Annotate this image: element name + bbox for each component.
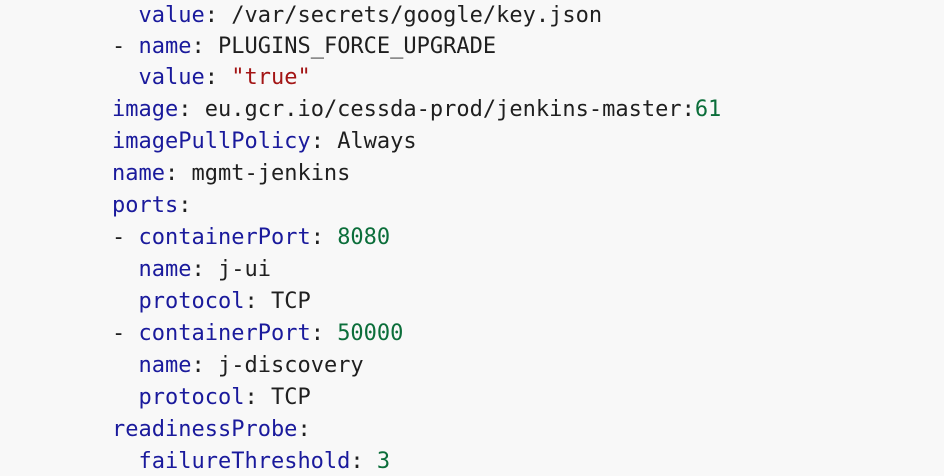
yaml-key: value xyxy=(138,65,205,90)
code-line: name: j-discovery xyxy=(138,353,364,378)
yaml-key: containerPort xyxy=(138,321,311,346)
yaml-number-value: 50000 xyxy=(337,321,404,346)
yaml-key: name xyxy=(138,353,192,378)
yaml-value: Always xyxy=(337,129,417,154)
yaml-value: j-discovery xyxy=(217,353,364,378)
code-line: name: j-ui xyxy=(138,257,271,282)
image-tag-separator: : xyxy=(681,97,695,122)
yaml-key: containerPort xyxy=(138,225,311,250)
yaml-string-value: "true" xyxy=(231,65,311,90)
code-line: - containerPort: 8080 xyxy=(112,225,391,250)
yaml-key: protocol xyxy=(138,385,245,410)
yaml-value: eu.gcr.io/cessda-prod/jenkins-master xyxy=(204,97,682,122)
yaml-key: image xyxy=(112,97,179,122)
code-line: ports: xyxy=(112,193,192,218)
yaml-value: /var/secrets/google/key.json xyxy=(231,3,603,28)
code-line: name: mgmt-jenkins xyxy=(112,161,351,186)
yaml-key: value xyxy=(138,3,205,28)
list-dash: - xyxy=(112,321,139,346)
code-line: - containerPort: 50000 xyxy=(112,321,404,346)
yaml-key: ports xyxy=(112,193,179,218)
yaml-key: name xyxy=(138,257,192,282)
code-line: image: eu.gcr.io/cessda-prod/jenkins-mas… xyxy=(112,97,722,122)
yaml-value: j-ui xyxy=(217,257,271,282)
list-dash: - xyxy=(112,225,139,250)
yaml-code-view: value: /var/secrets/google/key.json - na… xyxy=(0,0,944,476)
code-line: imagePullPolicy: Always xyxy=(112,129,417,154)
yaml-key: protocol xyxy=(138,289,245,314)
yaml-key: failureThreshold xyxy=(138,449,351,474)
code-line: value: /var/secrets/google/key.json xyxy=(138,3,603,28)
code-line: failureThreshold: 3 xyxy=(138,449,391,474)
image-tag-number: 61 xyxy=(694,97,722,122)
code-line: value: "true" xyxy=(138,65,311,90)
yaml-key: readinessProbe xyxy=(112,417,298,442)
code-line: readinessProbe: xyxy=(112,417,311,442)
yaml-key: name xyxy=(138,34,192,59)
yaml-key: name xyxy=(112,161,165,186)
yaml-value: PLUGINS_FORCE_UPGRADE xyxy=(217,34,497,59)
yaml-value: mgmt-jenkins xyxy=(191,161,351,186)
list-dash: - xyxy=(112,34,139,59)
code-line: protocol: TCP xyxy=(138,385,311,410)
code-line: - name: PLUGINS_FORCE_UPGRADE xyxy=(112,34,497,59)
yaml-value: TCP xyxy=(270,289,311,314)
code-line: protocol: TCP xyxy=(138,289,311,314)
yaml-key: imagePullPolicy xyxy=(112,129,311,154)
yaml-number-value: 3 xyxy=(376,449,391,474)
yaml-number-value: 8080 xyxy=(337,225,391,250)
yaml-value: TCP xyxy=(270,385,311,410)
